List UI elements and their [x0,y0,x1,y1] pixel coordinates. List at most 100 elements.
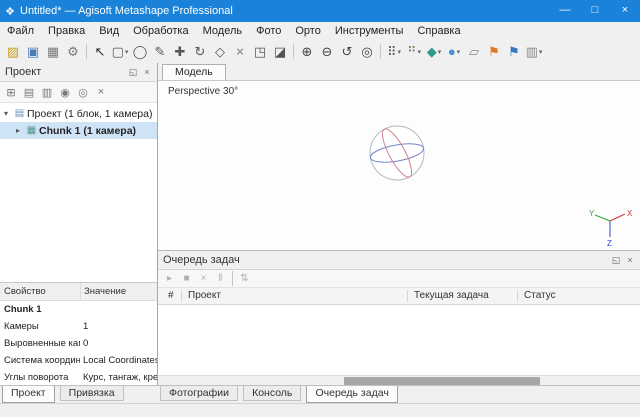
remove-task-icon[interactable]: × [195,273,212,284]
crop-icon: ◳ [253,43,267,59]
tree-item-chunk[interactable]: ▸ ▦ Chunk 1 (1 камера) [0,122,157,139]
column-header-current-task: Текущая задача [414,290,489,301]
eraser-button[interactable]: ◪ [270,42,290,62]
task-queue-toolbar: ▸ ■ × ‖ ⇅ [158,270,640,288]
axis-x-label: X [627,209,633,218]
tab-task-queue[interactable]: Очередь задач [306,386,398,403]
tree-item-project-root[interactable]: ▾ ▤ Проект (1 блок, 1 камера) [0,105,157,122]
toolbar-separator [86,44,87,59]
navigation-icon: ◎ [361,43,373,59]
column-header-project: Проект [188,290,221,301]
zoom-out-button[interactable]: ⊖ [317,42,337,62]
close-panel-icon[interactable]: × [140,67,154,77]
shaded-sphere-icon: ● [447,44,456,59]
add-folder-icon[interactable]: ▥ [38,86,56,99]
rotate-icon: ↻ [194,43,206,59]
disable-item-icon[interactable]: ◎ [74,86,92,99]
navigation-button[interactable]: ◎ [357,42,377,62]
property-row: Камеры 1 [0,318,157,335]
chunk-group-label: Chunk 1 [4,304,42,315]
dense-cloud-button[interactable]: ⠛ ▾ [404,42,424,62]
delete-selection-button[interactable]: × [230,42,250,62]
model-viewport[interactable]: Perspective 30° X Y Z [158,81,640,250]
resize-diamond-icon: ◇ [215,43,225,59]
property-row: Углы поворота Курс, тангаж, крен [0,369,157,386]
save-project-button[interactable]: ▣ [23,42,43,62]
enable-item-icon[interactable]: ◉ [56,86,74,99]
remove-item-icon[interactable]: × [92,86,110,98]
minimize-button[interactable]: — [550,0,580,22]
menu-item-ortho[interactable]: Орто [288,22,327,40]
menu-item-photo[interactable]: Фото [249,22,288,40]
zoom-in-button[interactable]: ⊕ [297,42,317,62]
orthomosaic-button[interactable]: ▥ ▾ [524,42,544,62]
float-panel-icon[interactable]: ◱ [609,255,623,266]
menu-item-workflow[interactable]: Обработка [126,22,195,40]
column-header-status: Статус [524,290,556,301]
reorder-tasks-icon[interactable]: ⇅ [236,273,253,284]
tab-project[interactable]: Проект [2,386,55,403]
tab-photos[interactable]: Фотографии [160,386,239,401]
property-name: Углы поворота [4,372,69,383]
tab-reference[interactable]: Привязка [59,386,124,401]
gear-icon: ⚙ [67,43,79,59]
delete-x-icon: × [236,44,244,59]
tab-console[interactable]: Консоль [243,386,302,401]
rect-selection-button[interactable]: ▢ ▾ [110,42,130,62]
crop-selection-button[interactable]: ◳ [250,42,270,62]
maximize-button[interactable]: □ [580,0,610,22]
menu-item-view[interactable]: Вид [92,22,126,40]
rect-selection-icon: ▢ [111,43,124,59]
model-mesh-button[interactable]: ◆ ▾ [424,42,444,62]
markers-flag-button[interactable]: ⚑ [484,42,504,62]
menu-item-help[interactable]: Справка [410,22,467,40]
photos-flag-button[interactable]: ⚑ [504,42,524,62]
selection-arrow-button[interactable]: ↖ [90,42,110,62]
dense-cloud-icon: ⠛ [406,43,417,59]
stop-tasks-icon[interactable]: ■ [178,273,195,284]
column-header-property: Свойство [0,283,81,300]
task-queue-title: Очередь задач [163,254,240,266]
resize-region-button[interactable]: ◇ [210,42,230,62]
open-project-button[interactable]: ▨ [3,42,23,62]
property-value: 1 [83,321,89,332]
move-region-button[interactable]: ✚ [170,42,190,62]
add-chunk-icon[interactable]: ⊞ [2,86,20,99]
pause-tasks-icon[interactable]: ‖ [212,273,229,284]
property-row: Выровненные камеры 0 [0,335,157,352]
free-form-selection-button[interactable]: ✎ [150,42,170,62]
eraser-icon: ◪ [273,43,287,59]
model-shaded-button[interactable]: ● ▾ [444,42,464,62]
property-value: Курс, тангаж, крен [83,372,157,383]
workspace-panel: Проект ◱ × ⊞ ▤ ▥ ◉ ◎ × ▾ ▤ Проект (1 бло… [0,63,158,386]
property-name: Выровненные камеры [4,338,80,349]
shapes-button[interactable]: ▱ [464,42,484,62]
menu-item-edit[interactable]: Правка [41,22,92,40]
rotate-region-button[interactable]: ↻ [190,42,210,62]
tree-expand-icon[interactable]: ▾ [0,109,12,118]
chevron-down-icon: ▾ [124,48,129,56]
scrollbar-thumb[interactable] [344,377,540,385]
window-title: Untitled* — Agisoft Metashape Profession… [20,5,233,17]
status-bar [0,403,640,417]
chevron-down-icon: ▾ [538,48,543,56]
orthomosaic-icon: ▥ [525,43,538,59]
float-panel-icon[interactable]: ◱ [126,67,140,78]
close-button[interactable]: × [610,0,640,22]
reset-view-button[interactable]: ↺ [337,42,357,62]
point-cloud-button[interactable]: ⠿ ▾ [384,42,404,62]
close-panel-icon[interactable]: × [623,255,637,265]
perspective-label: Perspective 30° [168,86,239,97]
bottom-tab-bar: Проект Привязка Фотографии Консоль Очере… [0,385,640,404]
tree-expand-icon[interactable]: ▸ [12,126,24,135]
menu-item-file[interactable]: Файл [0,22,41,40]
add-photos-icon[interactable]: ▤ [20,86,38,99]
preferences-button[interactable]: ⚙ [63,42,83,62]
run-tasks-icon[interactable]: ▸ [161,273,178,284]
menu-item-tools[interactable]: Инструменты [328,22,411,40]
menu-item-model[interactable]: Модель [196,22,249,40]
capture-view-button[interactable]: ▦ [43,42,63,62]
circle-selection-button[interactable]: ◯ [130,42,150,62]
tab-model[interactable]: Модель [162,64,226,80]
task-queue-list[interactable] [158,305,640,375]
